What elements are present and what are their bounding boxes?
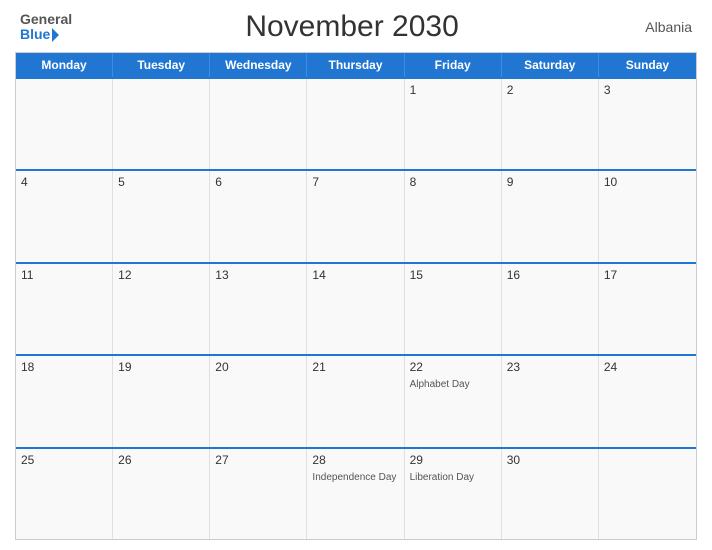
calendar-grid: MondayTuesdayWednesdayThursdayFridaySatu…	[15, 52, 697, 540]
country-label: Albania	[632, 19, 692, 35]
day-number: 23	[507, 360, 593, 374]
week-row-3: 11 12 13 14 15 16 17	[16, 262, 696, 354]
day-number: 17	[604, 268, 691, 282]
logo: General Blue	[20, 12, 72, 43]
day-cell: 24	[599, 356, 696, 446]
day-cell: 28 Independence Day	[307, 449, 404, 539]
day-cell: 16	[502, 264, 599, 354]
day-cell: 21	[307, 356, 404, 446]
day-number: 1	[410, 83, 496, 97]
day-cell: 1	[405, 79, 502, 169]
day-number: 28	[312, 453, 398, 467]
day-cell	[16, 79, 113, 169]
day-cell: 26	[113, 449, 210, 539]
day-cell: 27	[210, 449, 307, 539]
week-row-2: 456789 10	[16, 169, 696, 261]
day-number: 12	[118, 268, 204, 282]
day-header-wednesday: Wednesday	[210, 53, 307, 77]
day-cell: 17	[599, 264, 696, 354]
calendar-title: November 2030	[72, 10, 632, 44]
day-cell	[210, 79, 307, 169]
day-cell: 5	[113, 171, 210, 261]
day-cell	[307, 79, 404, 169]
day-cell: 3	[599, 79, 696, 169]
day-cell: 19	[113, 356, 210, 446]
day-number: 19	[118, 360, 204, 374]
day-headers-row: MondayTuesdayWednesdayThursdayFridaySatu…	[16, 53, 696, 77]
day-number: 5	[118, 175, 204, 189]
day-number: 14	[312, 268, 398, 282]
day-number: 9	[507, 175, 593, 189]
logo-blue-text: Blue	[20, 27, 50, 42]
calendar-container: General Blue November 2030 Albania Monda…	[0, 0, 712, 550]
day-number: 3	[604, 83, 691, 97]
day-cell: 18	[16, 356, 113, 446]
day-header-monday: Monday	[16, 53, 113, 77]
day-header-sunday: Sunday	[599, 53, 696, 77]
day-number: 24	[604, 360, 691, 374]
day-cell: 10	[599, 171, 696, 261]
day-header-friday: Friday	[405, 53, 502, 77]
day-cell: 8	[405, 171, 502, 261]
day-number: 6	[215, 175, 301, 189]
day-number: 21	[312, 360, 398, 374]
day-number: 16	[507, 268, 593, 282]
week-row-5: 25 26 27 28 Independence Day 29 Liberation Day…	[16, 447, 696, 539]
event-label: Liberation Day	[410, 471, 496, 484]
day-number: 2	[507, 83, 593, 97]
logo-line2: Blue	[20, 27, 59, 42]
day-number: 4	[21, 175, 107, 189]
header: General Blue November 2030 Albania	[15, 10, 697, 44]
day-number: 22	[410, 360, 496, 374]
day-cell: 15	[405, 264, 502, 354]
day-cell: 13	[210, 264, 307, 354]
day-cell	[113, 79, 210, 169]
week-row-1: 123	[16, 77, 696, 169]
day-number: 10	[604, 175, 691, 189]
day-number: 18	[21, 360, 107, 374]
day-cell: 4	[16, 171, 113, 261]
day-header-saturday: Saturday	[502, 53, 599, 77]
logo-line1: General	[20, 12, 72, 27]
day-number: 8	[410, 175, 496, 189]
day-cell: 23	[502, 356, 599, 446]
logo-triangle-icon	[52, 28, 59, 42]
day-number: 26	[118, 453, 204, 467]
day-number: 27	[215, 453, 301, 467]
day-cell: 29 Liberation Day	[405, 449, 502, 539]
event-label: Independence Day	[312, 471, 398, 484]
day-cell: 7	[307, 171, 404, 261]
day-cell: 9	[502, 171, 599, 261]
day-cell: 25	[16, 449, 113, 539]
week-row-4: 18 19 20 21 22 Alphabet Day 23 24	[16, 354, 696, 446]
day-number: 11	[21, 268, 107, 282]
day-number: 30	[507, 453, 593, 467]
day-cell: 20	[210, 356, 307, 446]
day-cell: 22 Alphabet Day	[405, 356, 502, 446]
day-cell: 12	[113, 264, 210, 354]
day-cell: 2	[502, 79, 599, 169]
day-number: 13	[215, 268, 301, 282]
day-header-tuesday: Tuesday	[113, 53, 210, 77]
weeks-container: 12345678910111213141516171819202122Alpha…	[16, 77, 696, 539]
day-number: 7	[312, 175, 398, 189]
day-cell: 6	[210, 171, 307, 261]
day-number: 25	[21, 453, 107, 467]
day-header-thursday: Thursday	[307, 53, 404, 77]
day-cell: 30	[502, 449, 599, 539]
day-number: 20	[215, 360, 301, 374]
day-number: 29	[410, 453, 496, 467]
event-label: Alphabet Day	[410, 378, 496, 391]
day-cell: 14	[307, 264, 404, 354]
day-number: 15	[410, 268, 496, 282]
day-cell	[599, 449, 696, 539]
day-cell: 11	[16, 264, 113, 354]
